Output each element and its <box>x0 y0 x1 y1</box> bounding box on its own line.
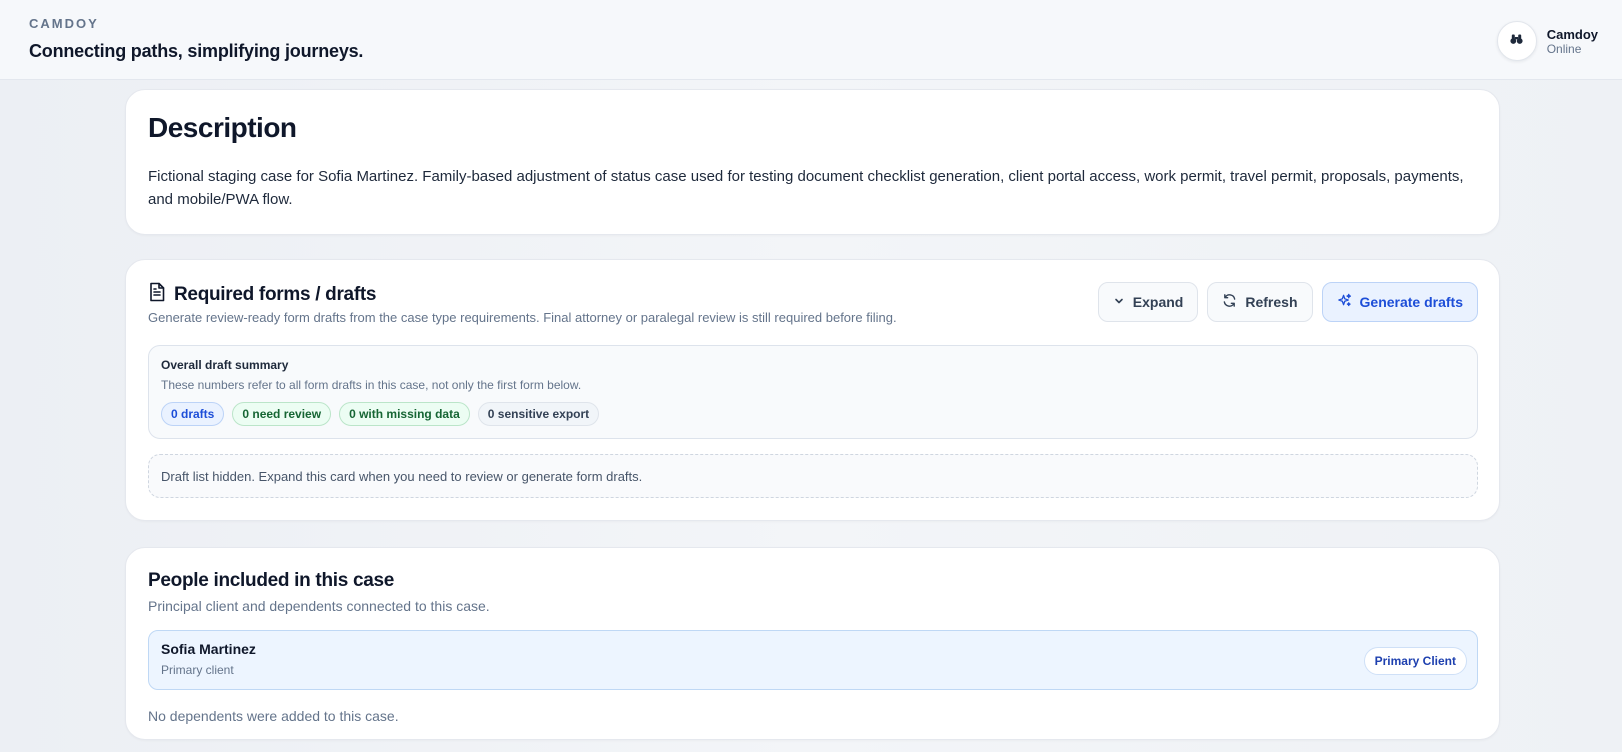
description-text: Fictional staging case for Sofia Martine… <box>148 168 1464 208</box>
drafts-count-badge: 0 drafts <box>161 402 225 426</box>
refresh-button[interactable]: Refresh <box>1207 282 1313 322</box>
user-info: Camdoy Online <box>1547 27 1598 56</box>
forms-heading: Required forms / drafts <box>148 282 376 307</box>
description-title: Description <box>148 112 297 143</box>
summary-subtitle: These numbers refer to all form drafts i… <box>161 378 582 392</box>
brand-tagline: Connecting paths, simplifying journeys. <box>29 41 364 61</box>
user-name: Camdoy <box>1546 26 1598 42</box>
people-card: People included in this case Principal c… <box>125 547 1500 740</box>
sensitive-export-badge: 0 sensitive export <box>477 402 600 426</box>
generate-drafts-label: Generate drafts <box>1359 294 1463 310</box>
person-role: Primary client <box>161 663 234 677</box>
binoculars-icon <box>1510 32 1523 50</box>
document-icon <box>148 282 166 307</box>
expand-label: Expand <box>1132 294 1184 310</box>
draft-list-hidden-note: Draft list hidden. Expand this card when… <box>148 454 1478 498</box>
forms-subtitle: Generate review-ready form drafts from t… <box>148 310 897 325</box>
refresh-icon <box>1222 293 1237 311</box>
summary-chips: 0 drafts 0 need review 0 with missing da… <box>161 402 600 426</box>
sparkles-icon <box>1337 293 1352 311</box>
generate-drafts-button[interactable]: Generate drafts <box>1321 282 1478 322</box>
chevron-down-icon <box>1113 294 1125 310</box>
top-bar: CAMDOY Connecting paths, simplifying jou… <box>0 0 1622 80</box>
no-dependents-text: No dependents were added to this case. <box>148 708 399 724</box>
avatar[interactable] <box>1496 21 1537 61</box>
people-title: People included in this case <box>148 570 395 591</box>
person-row[interactable]: Sofia Martinez Primary client Primary Cl… <box>148 630 1478 690</box>
missing-data-badge: 0 with missing data <box>339 402 470 426</box>
summary-title: Overall draft summary <box>161 358 289 372</box>
forms-title: Required forms / drafts <box>174 283 377 305</box>
forms-actions: Expand Refresh Generate drafts <box>1097 282 1478 322</box>
person-name: Sofia Martinez <box>161 641 256 657</box>
user-status: Online <box>1546 41 1582 56</box>
brand-name: CAMDOY <box>29 16 99 31</box>
need-review-badge: 0 need review <box>232 402 332 426</box>
user-menu[interactable]: Camdoy Online <box>1496 20 1598 62</box>
page: CAMDOY Connecting paths, simplifying jou… <box>0 0 1622 752</box>
primary-client-badge: Primary Client <box>1363 647 1467 675</box>
required-forms-card: Required forms / drafts Generate review-… <box>125 259 1500 521</box>
people-subtitle: Principal client and dependents connecte… <box>148 598 490 614</box>
refresh-label: Refresh <box>1245 294 1298 310</box>
expand-button[interactable]: Expand <box>1097 282 1199 322</box>
draft-summary: Overall draft summary These numbers refe… <box>148 345 1478 439</box>
description-card: Description Fictional staging case for S… <box>125 89 1500 235</box>
